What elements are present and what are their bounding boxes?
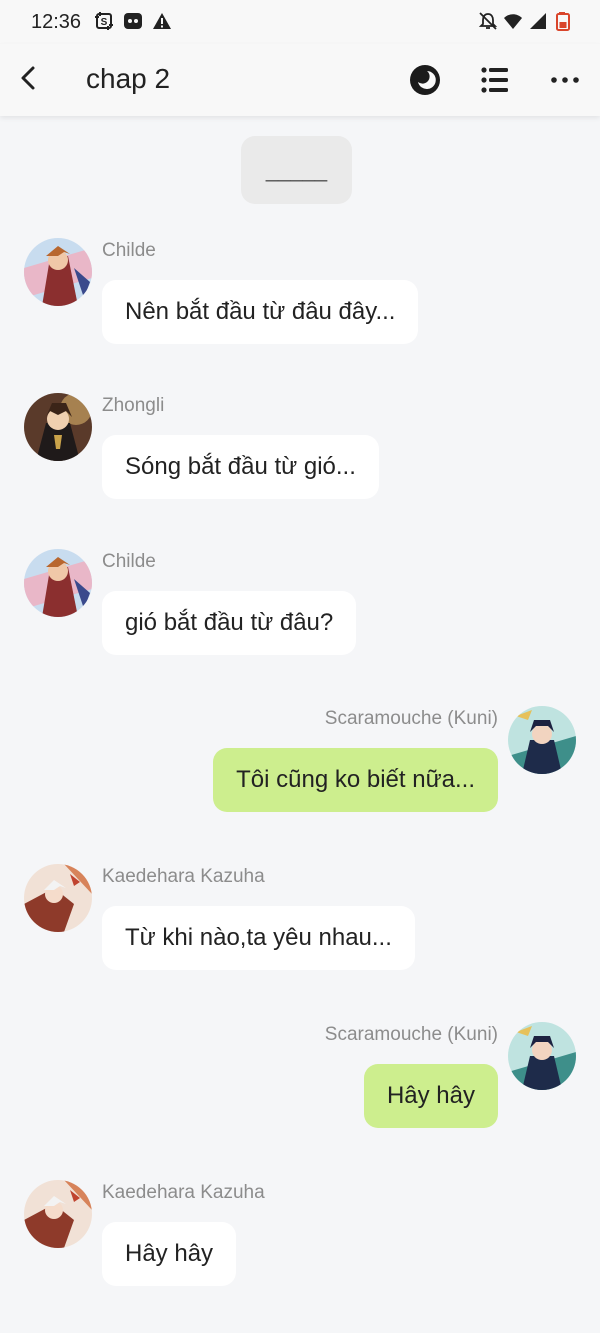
chapter-list-button[interactable]	[473, 58, 517, 102]
message-bubble[interactable]: Từ khi nào,ta yêu nhau...	[102, 906, 415, 970]
list-icon	[481, 67, 508, 93]
more-options-button[interactable]	[543, 58, 587, 102]
avatar[interactable]	[24, 238, 92, 306]
avatar[interactable]	[24, 1180, 92, 1248]
wifi-icon	[503, 11, 523, 31]
screenshot-icon: S	[94, 11, 114, 31]
status-bar: 12:36 S	[0, 0, 600, 44]
notifications-off-icon	[478, 11, 498, 31]
message-sender: Childe	[102, 551, 156, 572]
app-bar: chap 2	[0, 44, 600, 116]
page-title: chap 2	[86, 63, 171, 94]
discord-icon	[123, 11, 143, 31]
message-sender: Childe	[102, 240, 156, 261]
chevron-left-icon	[21, 66, 35, 90]
warning-icon	[152, 11, 172, 31]
message-sender: Zhongli	[102, 395, 165, 416]
avatar[interactable]	[508, 1022, 576, 1090]
message-bubble[interactable]: Nên bắt đầu từ đâu đây...	[102, 280, 419, 344]
message-sender: Kaedehara Kazuha	[102, 866, 265, 887]
message-bubble[interactable]: gió bắt đầu từ đâu?	[102, 591, 357, 655]
message-bubble[interactable]: Hây hây	[102, 1222, 237, 1286]
back-button[interactable]	[10, 58, 50, 98]
message-bubble[interactable]: Hây hây	[363, 1064, 498, 1128]
avatar[interactable]	[24, 393, 92, 461]
message-bubble[interactable]: Tôi cũng ko biết nữa...	[213, 748, 498, 812]
message-sender: Scaramouche (Kuni)	[324, 708, 498, 729]
avatar[interactable]	[24, 864, 92, 932]
chapter-divider: _____	[241, 136, 352, 204]
more-horizontal-icon	[551, 77, 579, 83]
battery-icon	[554, 11, 574, 31]
signal-icon	[528, 11, 548, 31]
status-time: 12:36	[31, 11, 82, 33]
avatar[interactable]	[508, 706, 576, 774]
message-sender: Scaramouche (Kuni)	[324, 1024, 498, 1045]
dark-mode-icon	[410, 65, 440, 95]
message-sender: Kaedehara Kazuha	[102, 1182, 265, 1203]
chat-area[interactable]: _____ Childe Nên bắt đầu từ đâu đây... Z…	[0, 116, 600, 1333]
svg-text:S: S	[101, 17, 108, 28]
dark-mode-button[interactable]	[403, 58, 447, 102]
avatar[interactable]	[24, 549, 92, 617]
message-bubble[interactable]: Sóng bắt đầu từ gió...	[102, 435, 379, 499]
